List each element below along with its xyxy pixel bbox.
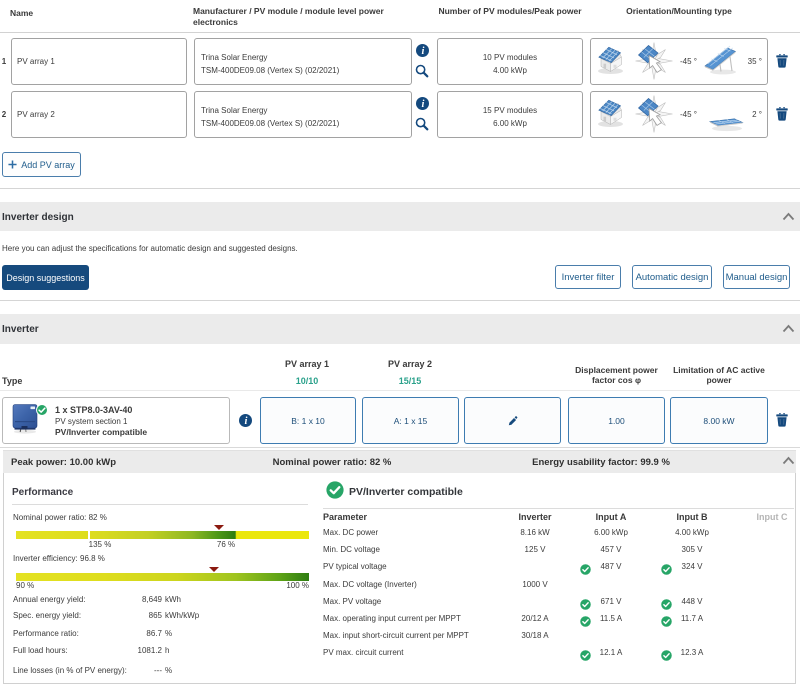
svg-text:i: i bbox=[422, 99, 425, 110]
svg-text:i: i bbox=[245, 416, 248, 427]
svg-text:i: i bbox=[422, 46, 425, 57]
